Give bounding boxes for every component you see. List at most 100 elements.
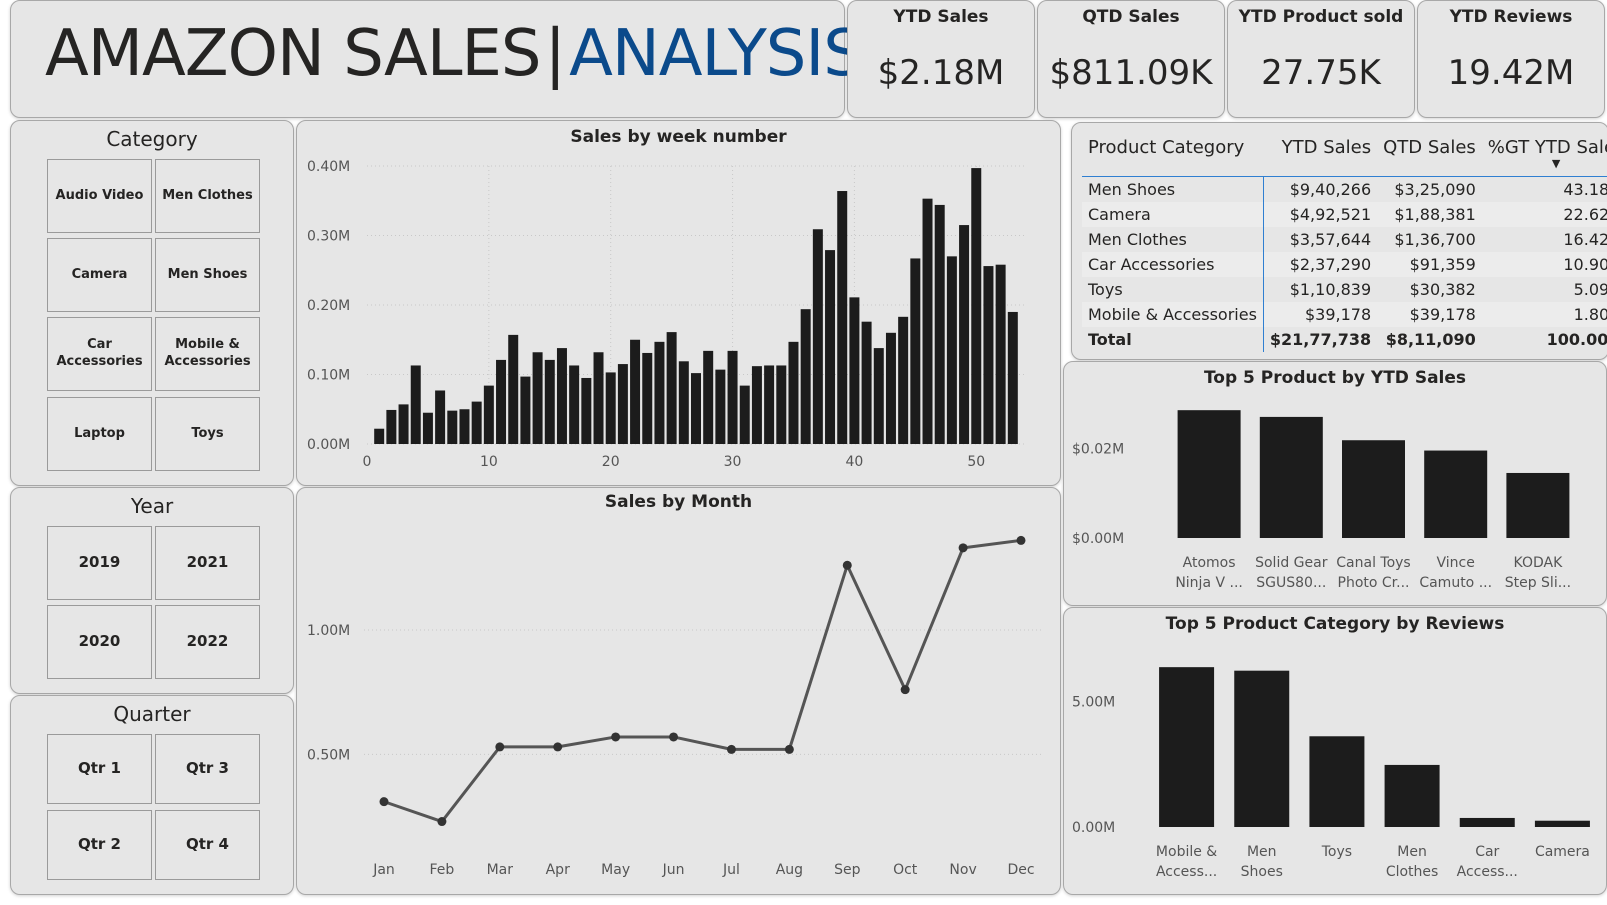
slicer-title: Category bbox=[106, 127, 198, 151]
bar bbox=[800, 309, 811, 444]
bar bbox=[788, 341, 799, 444]
dashboard-title: AMAZON SALES|ANALYSIS bbox=[45, 17, 864, 91]
bar bbox=[1534, 820, 1590, 827]
title-panel: AMAZON SALES|ANALYSIS bbox=[10, 0, 864, 118]
x-tick-label: Feb bbox=[430, 862, 455, 878]
kpi-value: 27.75K bbox=[1261, 53, 1381, 93]
x-tick-label: Apr bbox=[546, 862, 570, 878]
x-tick-label: Oct bbox=[893, 862, 918, 878]
slicer-option-laptop[interactable]: Laptop bbox=[47, 397, 152, 471]
slicer-option-qtr-4[interactable]: Qtr 4 bbox=[155, 810, 260, 880]
top5-categories-svg: 0.00M 5.00M Mobile & Access... Men Shoes Toys M… bbox=[1072, 667, 1590, 880]
slicer-option-men-shoes[interactable]: Men Shoes bbox=[155, 238, 260, 312]
slicer-option-audio-video[interactable]: Audio Video bbox=[47, 159, 152, 233]
title-accent: ANALYSIS bbox=[569, 17, 864, 91]
slicer-option-men-clothes[interactable]: Men Clothes bbox=[155, 159, 260, 233]
column-header[interactable]: YTD Sales bbox=[1263, 135, 1378, 177]
y-tick-label: 0.10M bbox=[307, 368, 350, 384]
title-main: AMAZON SALES bbox=[45, 17, 542, 91]
slicer-option-qtr-1[interactable]: Qtr 1 bbox=[47, 734, 152, 804]
column-header[interactable]: QTD Sales bbox=[1377, 135, 1482, 177]
kpi-value: 19.42M bbox=[1447, 53, 1575, 93]
x-tick-label: Solid Gear SGUS80... bbox=[1255, 555, 1328, 591]
bar bbox=[983, 266, 994, 444]
slicer-option-2022[interactable]: 2022 bbox=[155, 605, 260, 679]
table-cell: $9,40,266 bbox=[1289, 180, 1372, 199]
table-cell: Men Clothes bbox=[1082, 227, 1264, 252]
data-point bbox=[842, 560, 852, 570]
table-cell: 5.09% bbox=[1573, 280, 1607, 299]
month-chart-svg: 0.50M 1.00M Jan Feb Mar Apr May Jun Jul Aug Sep Oct… bbox=[307, 535, 1041, 878]
x-tick-label: Canal Toys Photo Cr... bbox=[1336, 555, 1410, 591]
bar bbox=[776, 365, 787, 444]
bar bbox=[1177, 410, 1241, 538]
total-row: Total $21,77,738 $8,11,090 100.00% bbox=[1082, 327, 1607, 352]
table-cell: Camera bbox=[1082, 202, 1264, 227]
slicer-option-mobile-accessories[interactable]: Mobile & Accessories bbox=[155, 317, 260, 391]
slicer-option-2020[interactable]: 2020 bbox=[47, 605, 152, 679]
kpi-value: $811.09K bbox=[1049, 53, 1213, 93]
bar bbox=[1342, 440, 1405, 538]
x-tick-label-line: Mobile & bbox=[1156, 844, 1217, 860]
slicer-option-qtr-2[interactable]: Qtr 2 bbox=[47, 810, 152, 880]
x-tick-label: 20 bbox=[602, 454, 620, 470]
slicer-option-2021[interactable]: 2021 bbox=[155, 526, 260, 600]
y-tick-label: 0.30M bbox=[307, 229, 350, 245]
table-cell: Car Accessories bbox=[1082, 252, 1264, 277]
table-row[interactable]: Camera $4,92,521 $1,88,381 22.62% bbox=[1082, 202, 1607, 227]
column-header[interactable]: Product Category bbox=[1082, 135, 1264, 177]
table-row[interactable]: Car Accessories $2,37,290 $91,359 10.90% bbox=[1082, 252, 1607, 277]
bar bbox=[812, 229, 823, 444]
slicer-option-car-accessories[interactable]: Car Accessories bbox=[47, 317, 152, 391]
x-tick-label: May bbox=[601, 862, 630, 878]
table-cell: 43.18% bbox=[1563, 180, 1607, 199]
x-tick-label: Men Clothes bbox=[1386, 844, 1439, 880]
sales-by-month-chart: Sales by Month 0.50M 1.00M Jan Feb Mar Apr May… bbox=[296, 487, 1061, 895]
bar bbox=[544, 359, 555, 444]
data-point bbox=[495, 742, 505, 752]
x-tick-label-line: Clothes bbox=[1386, 864, 1439, 880]
x-tick-label-line: Car bbox=[1475, 844, 1499, 860]
table-row[interactable]: Mobile & Accessories $39,178 $39,178 1.8… bbox=[1082, 302, 1607, 327]
x-tick-label-line: KODAK bbox=[1514, 555, 1564, 571]
table-row[interactable]: Men Clothes $3,57,644 $1,36,700 16.42% bbox=[1082, 227, 1607, 252]
x-tick-label-line: Men bbox=[1397, 844, 1427, 860]
slicer-option-toys[interactable]: Toys bbox=[155, 397, 260, 471]
table-row[interactable]: Men Shoes $9,40,266 $3,25,090 43.18% bbox=[1082, 176, 1607, 202]
bar bbox=[581, 377, 592, 444]
bar bbox=[654, 341, 665, 444]
slicer-option-2019[interactable]: 2019 bbox=[47, 526, 152, 600]
bar bbox=[630, 339, 641, 444]
slicer-option-qtr-3[interactable]: Qtr 3 bbox=[155, 734, 260, 804]
y-tick-label: $0.00M bbox=[1072, 531, 1124, 547]
bar bbox=[398, 404, 409, 444]
table-cell: $1,36,700 bbox=[1394, 230, 1476, 249]
bar bbox=[995, 264, 1006, 444]
data-point bbox=[958, 543, 968, 553]
bar bbox=[825, 250, 836, 444]
table-cell: $91,359 bbox=[1377, 252, 1482, 277]
kpi-value: $2.18M bbox=[877, 53, 1005, 93]
x-tick-label-line: Atomos bbox=[1183, 555, 1236, 571]
table-cell: $3,25,090 bbox=[1394, 180, 1476, 199]
bar bbox=[617, 364, 628, 444]
column-header-sorted[interactable]: %GT YTD Sales▼ bbox=[1481, 135, 1607, 177]
table-cell: Men Shoes bbox=[1082, 176, 1264, 202]
top5-categories-chart: Top 5 Product Category by Reviews 0.00M 5… bbox=[1063, 607, 1607, 895]
table-cell: 10.90% bbox=[1481, 252, 1607, 277]
x-tick-label-line: Men bbox=[1247, 844, 1277, 860]
x-tick-label-line: Solid Gear bbox=[1255, 555, 1328, 571]
table-cell: 1.80% bbox=[1481, 302, 1607, 327]
bar bbox=[885, 332, 896, 444]
bar bbox=[374, 428, 385, 444]
table-row[interactable]: Toys $1,10,839 $30,382 5.09% bbox=[1082, 277, 1607, 302]
x-tick-label: Jul bbox=[722, 862, 740, 878]
x-tick-label-line: Camera bbox=[1535, 844, 1590, 860]
x-tick-label: 0 bbox=[363, 454, 372, 470]
x-tick-label-line: Camuto ... bbox=[1419, 575, 1492, 591]
bar bbox=[739, 385, 750, 444]
y-tick-label: 0.20M bbox=[307, 298, 350, 314]
bar bbox=[459, 409, 470, 444]
slicer-option-camera[interactable]: Camera bbox=[47, 238, 152, 312]
top5-products-chart: Top 5 Product by YTD Sales $0.00M $0.02M A… bbox=[1063, 361, 1607, 606]
